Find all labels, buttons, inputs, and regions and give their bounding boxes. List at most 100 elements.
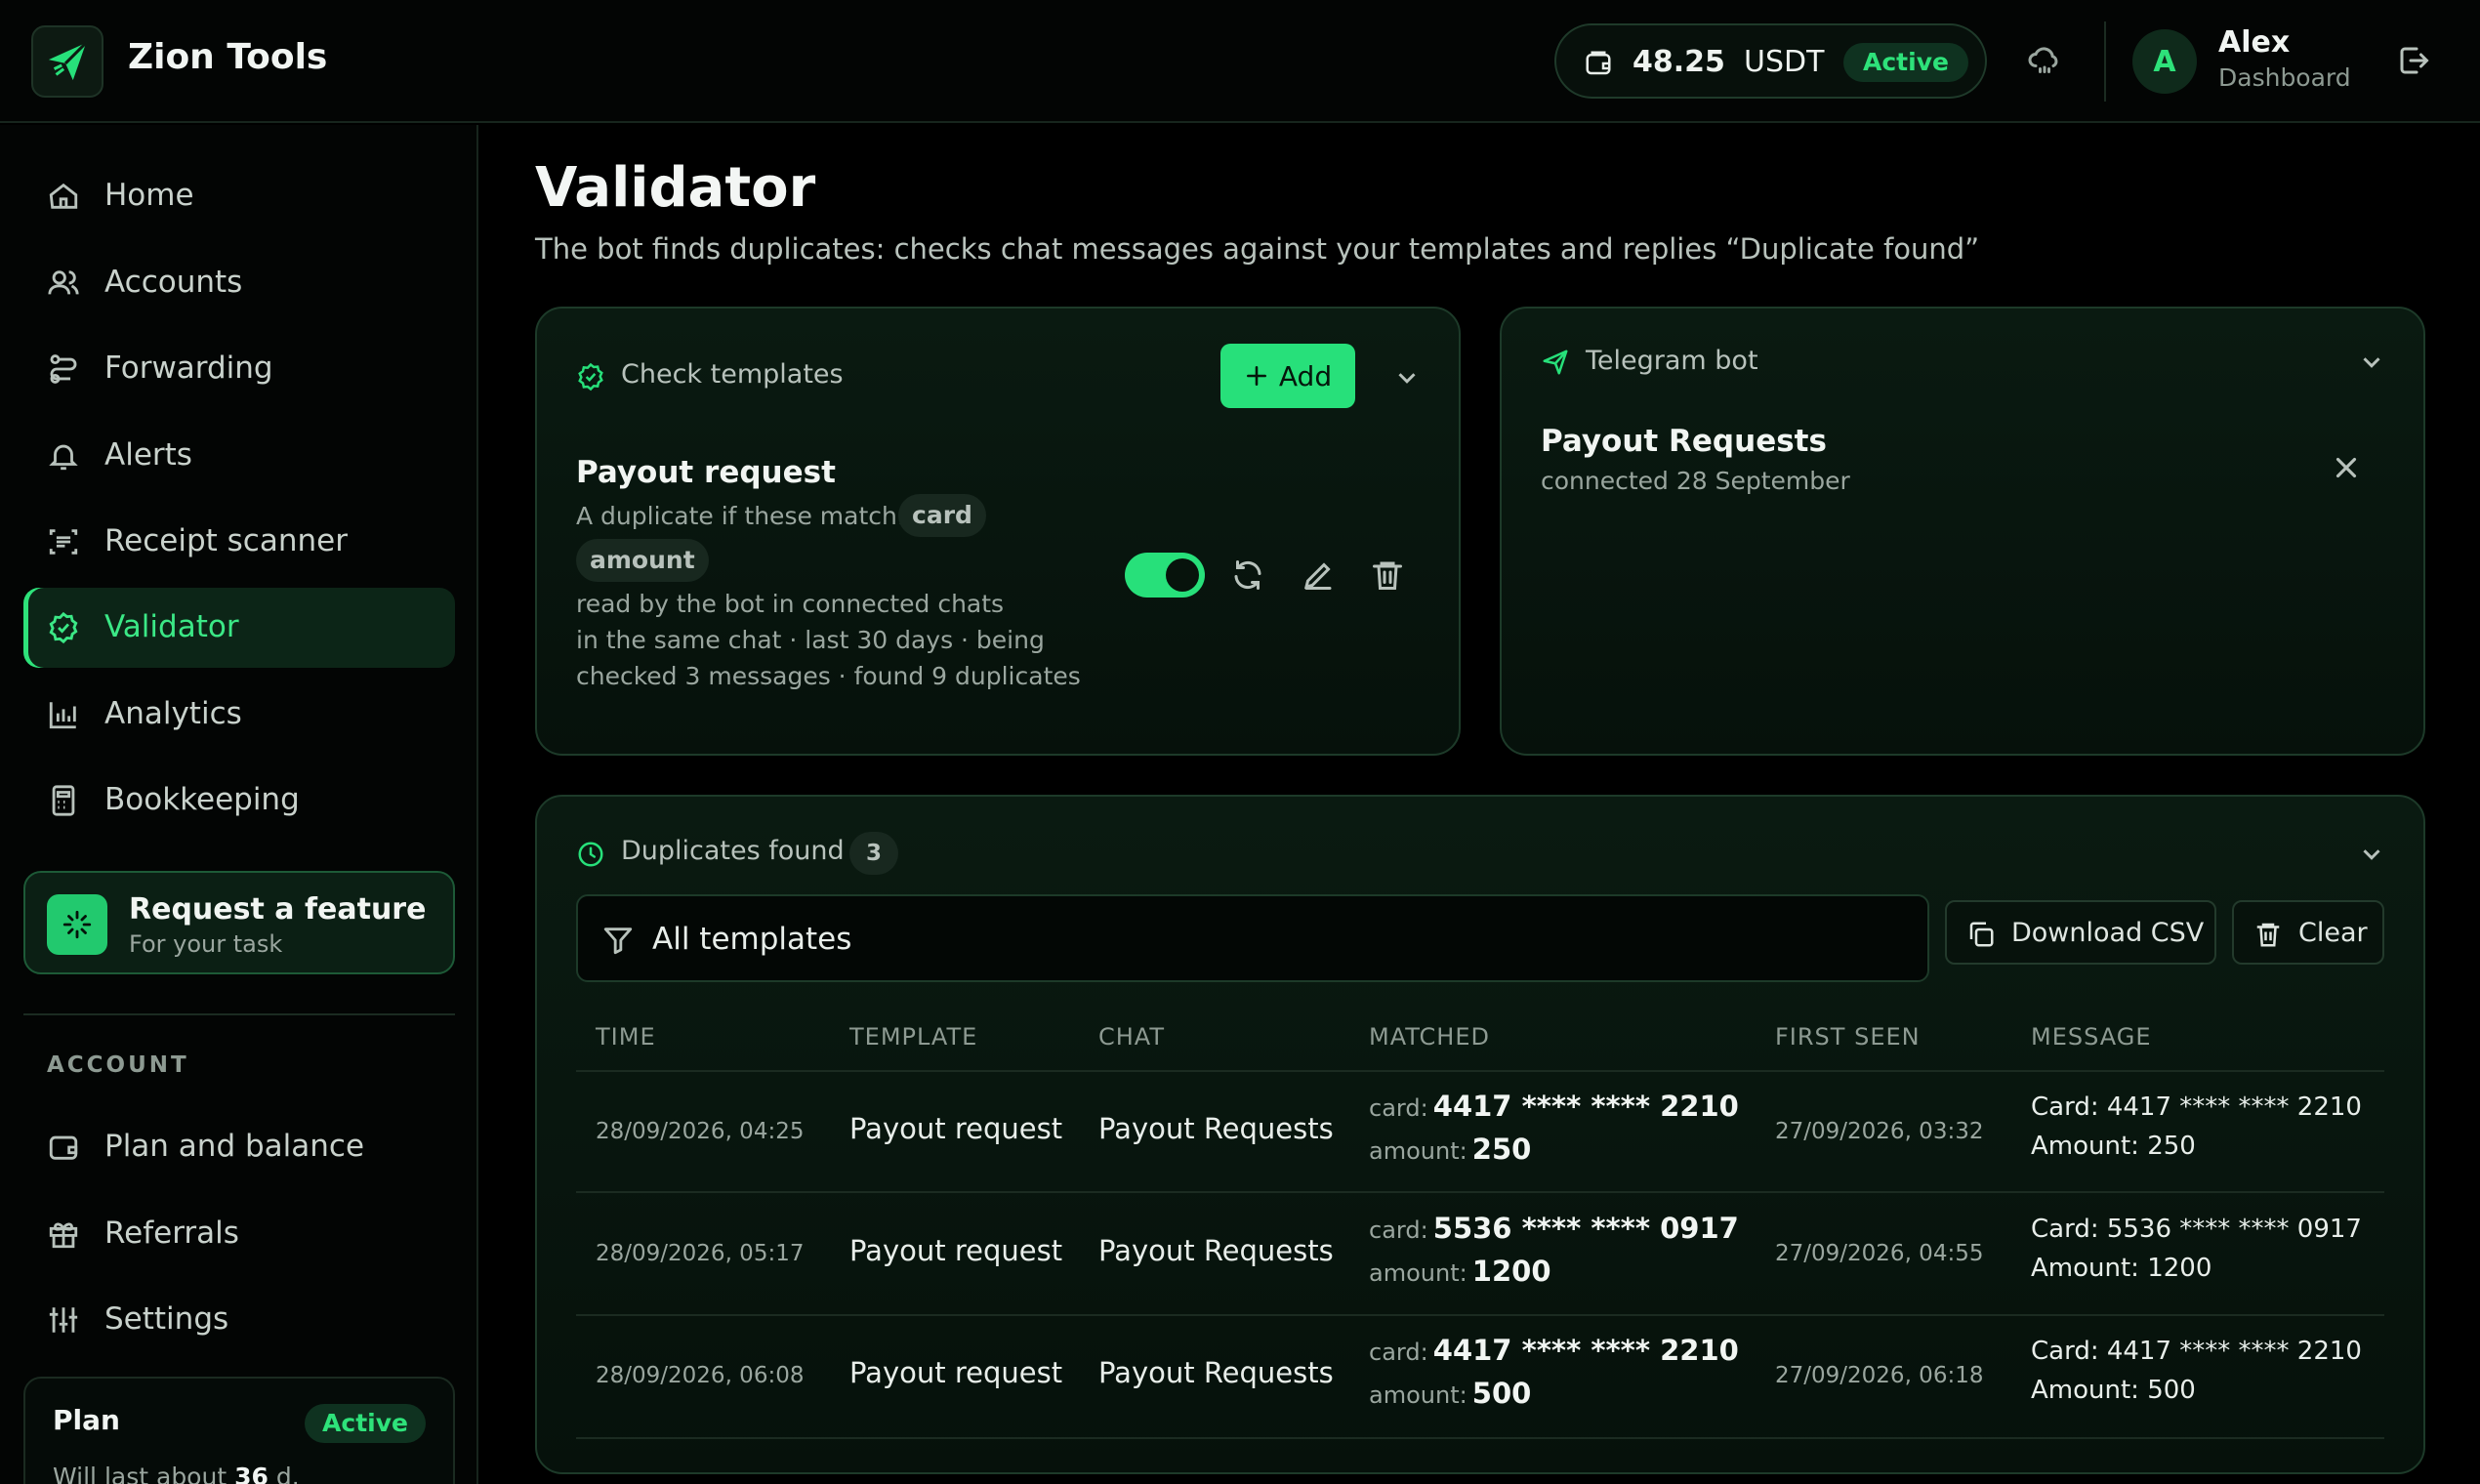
balance-currency: USDT [1744, 45, 1825, 79]
template-info-line: checked 3 messages · found 9 duplicates [576, 662, 1081, 690]
paper-plane-logo-icon [48, 41, 88, 81]
sidebar-item-home[interactable]: Home [23, 156, 455, 236]
cell-matched-amount: amount: 1200 [1369, 1255, 1551, 1288]
chevron-down-icon[interactable] [1392, 363, 1422, 392]
card-title: Duplicates found [621, 836, 845, 866]
badge-check-icon [49, 611, 78, 644]
clear-button[interactable]: Clear [2232, 900, 2384, 965]
cell-first-seen: 27/09/2026, 06:18 [1775, 1363, 1984, 1388]
cell-message-line: Amount: 250 [2031, 1132, 2196, 1161]
app-title: Zion Tools [128, 37, 328, 77]
filter-icon [603, 928, 633, 955]
chevron-down-icon[interactable] [2357, 840, 2386, 869]
sidebar-item-receipt-scanner[interactable]: Receipt scanner [23, 502, 455, 582]
download-csv-button[interactable]: Download CSV [1945, 900, 2216, 965]
cell-message-line: Amount: 500 [2031, 1376, 2196, 1405]
sidebar-item-forwarding[interactable]: Forwarding [23, 329, 455, 409]
plan-card[interactable]: Plan Active Will last about 36 d. [23, 1377, 455, 1484]
chevron-down-icon[interactable] [2357, 348, 2386, 377]
sidebar-item-label: Bookkeeping [104, 782, 300, 817]
cell-matched-amount: amount: 250 [1369, 1133, 1532, 1166]
table-divider [576, 1070, 2384, 1072]
field-chip-amount: amount [576, 539, 709, 582]
calculator-icon [52, 785, 75, 816]
app-logo[interactable] [31, 25, 103, 98]
account-section-label: ACCOUNT [47, 1052, 189, 1078]
sidebar-item-settings[interactable]: Settings [23, 1280, 455, 1360]
route-icon [50, 354, 77, 384]
column-header-first-seen: FIRST SEEN [1775, 1023, 1921, 1051]
sidebar: Home Accounts Forwarding Alerts Receipt … [0, 125, 478, 1484]
cell-template: Payout request [849, 1234, 1063, 1267]
balance-pill[interactable]: 48.25 USDT Active [1554, 23, 1987, 99]
cell-first-seen: 27/09/2026, 04:55 [1775, 1241, 1984, 1266]
column-header-chat: CHAT [1098, 1023, 1166, 1051]
sidebar-item-label: Alerts [104, 437, 192, 473]
filter-selected-value: All templates [652, 922, 852, 957]
cell-template: Payout request [849, 1112, 1063, 1145]
table-divider [576, 1437, 2384, 1439]
sliders-icon [49, 1307, 78, 1333]
balance-amount: 48.25 [1633, 45, 1725, 79]
sidebar-item-label: Validator [104, 609, 239, 644]
edit-pencil-icon[interactable] [1301, 557, 1336, 593]
plan-remaining: Will last about 36 d. [53, 1463, 300, 1484]
user-name: Alex [2218, 25, 2291, 60]
home-icon [49, 183, 78, 209]
table-divider [576, 1191, 2384, 1193]
sparkles-icon [47, 894, 107, 955]
badge-check-icon [578, 362, 603, 392]
send-icon [1543, 350, 1568, 375]
column-header-time: TIME [596, 1023, 656, 1051]
sidebar-item-validator[interactable]: Validator [23, 588, 455, 668]
bell-icon [49, 444, 78, 471]
sidebar-item-bookkeeping[interactable]: Bookkeeping [23, 761, 455, 841]
cell-message-line: Card: 4417 **** **** 2210 [2031, 1092, 2362, 1122]
cell-first-seen: 27/09/2026, 03:32 [1775, 1119, 1984, 1144]
cell-matched-card: card: 4417 **** **** 2210 [1369, 1334, 1739, 1367]
sidebar-item-label: Accounts [104, 265, 243, 300]
template-name: Payout request [576, 455, 836, 490]
feature-subtitle: For your task [129, 930, 283, 958]
request-feature-button[interactable]: Request a feature For your task [23, 871, 455, 974]
sidebar-item-label: Settings [104, 1301, 229, 1337]
sidebar-item-label: Analytics [104, 696, 242, 731]
bot-connected-date: connected 28 September [1541, 467, 1850, 495]
template-filter-select[interactable]: All templates [576, 894, 1929, 982]
sidebar-item-plan-and-balance[interactable]: Plan and balance [23, 1107, 455, 1187]
clock-icon [578, 842, 603, 867]
sidebar-item-referrals[interactable]: Referrals [23, 1194, 455, 1274]
cell-time: 28/09/2026, 05:17 [596, 1241, 805, 1266]
template-enabled-toggle[interactable] [1125, 553, 1205, 598]
cell-matched-card: card: 4417 **** **** 2210 [1369, 1090, 1739, 1123]
page-title: Validator [535, 156, 816, 220]
cell-matched-amount: amount: 500 [1369, 1377, 1532, 1410]
telegram-bot-card: Telegram bot Payout Requests connected 2… [1500, 307, 2425, 756]
sidebar-item-analytics[interactable]: Analytics [23, 675, 455, 755]
column-header-matched: MATCHED [1369, 1023, 1490, 1051]
logout-icon[interactable] [2396, 43, 2431, 78]
plus-icon [1246, 366, 1266, 386]
sidebar-item-alerts[interactable]: Alerts [23, 416, 455, 496]
cell-time: 28/09/2026, 06:08 [596, 1363, 805, 1388]
close-icon[interactable] [2330, 451, 2363, 484]
refresh-icon[interactable] [1230, 557, 1265, 593]
copy-icon [1969, 922, 1994, 947]
sidebar-divider [23, 1013, 455, 1015]
sidebar-item-label: Referrals [104, 1216, 239, 1251]
user-subtitle: Dashboard [2218, 63, 2351, 92]
bot-name: Payout Requests [1541, 424, 1827, 459]
sidebar-item-accounts[interactable]: Accounts [23, 243, 455, 323]
template-match-prefix: A duplicate if these match: [576, 502, 906, 530]
add-template-button[interactable]: Add [1220, 344, 1355, 408]
wallet-icon [1586, 51, 1611, 75]
trash-icon[interactable] [1370, 557, 1405, 593]
cell-chat: Payout Requests [1098, 1112, 1334, 1145]
cloud-rain-icon[interactable] [2026, 44, 2063, 79]
header-divider [2104, 21, 2106, 102]
sidebar-item-label: Home [104, 178, 194, 213]
top-bar: Zion Tools 48.25 USDT Active A Alex Dash… [0, 0, 2480, 123]
avatar[interactable]: A [2132, 29, 2197, 94]
cell-message-line: Amount: 1200 [2031, 1254, 2212, 1283]
card-title: Check templates [621, 359, 844, 390]
